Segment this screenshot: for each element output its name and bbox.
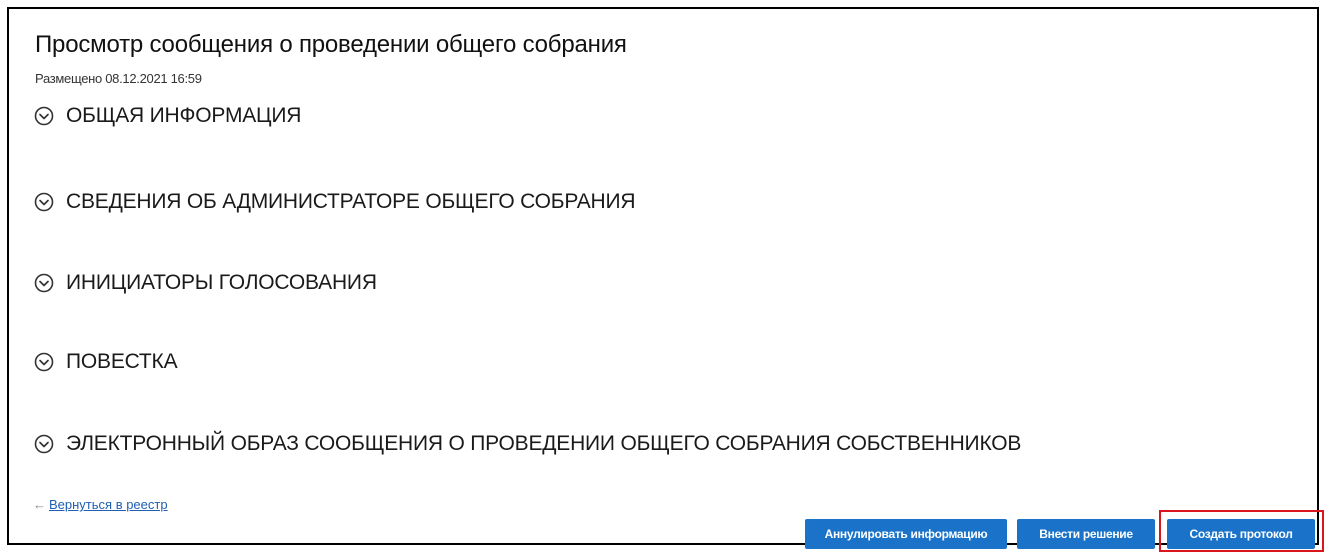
section-label: ЭЛЕКТРОННЫЙ ОБРАЗ СООБЩЕНИЯ О ПРОВЕДЕНИИ… (66, 432, 1022, 455)
chevron-down-circle-icon (33, 351, 55, 373)
chevron-down-circle-icon (33, 272, 55, 294)
back-link-label: Вернуться в реестр (49, 497, 168, 512)
section-initiators[interactable]: ИНИЦИАТОРЫ ГОЛОСОВАНИЯ (33, 271, 377, 295)
section-general-info[interactable]: ОБЩАЯ ИНФОРМАЦИЯ (33, 104, 301, 128)
posted-date: Размещено 08.12.2021 16:59 (35, 71, 202, 86)
arrow-left-icon: ← (33, 497, 46, 512)
section-administrator[interactable]: СВЕДЕНИЯ ОБ АДМИНИСТРАТОРЕ ОБЩЕГО СОБРАН… (33, 190, 636, 214)
create-protocol-button[interactable]: Создать протокол (1167, 519, 1315, 549)
section-label: СВЕДЕНИЯ ОБ АДМИНИСТРАТОРЕ ОБЩЕГО СОБРАН… (66, 190, 636, 213)
chevron-down-circle-icon (33, 105, 55, 127)
section-electronic-image[interactable]: ЭЛЕКТРОННЫЙ ОБРАЗ СООБЩЕНИЯ О ПРОВЕДЕНИИ… (33, 432, 1021, 456)
section-label: ИНИЦИАТОРЫ ГОЛОСОВАНИЯ (66, 271, 377, 294)
message-view-panel: Просмотр сообщения о проведении общего с… (7, 7, 1324, 552)
section-agenda[interactable]: ПОВЕСТКА (33, 350, 178, 374)
chevron-down-circle-icon (33, 433, 55, 455)
section-label: ПОВЕСТКА (66, 350, 178, 373)
page-title: Просмотр сообщения о проведении общего с… (35, 31, 627, 58)
add-decision-button[interactable]: Внести решение (1017, 519, 1155, 549)
back-to-registry-link[interactable]: ← Вернуться в реестр (33, 497, 168, 512)
annul-info-button[interactable]: Аннулировать информацию (805, 519, 1007, 549)
chevron-down-circle-icon (33, 191, 55, 213)
section-label: ОБЩАЯ ИНФОРМАЦИЯ (66, 104, 302, 127)
